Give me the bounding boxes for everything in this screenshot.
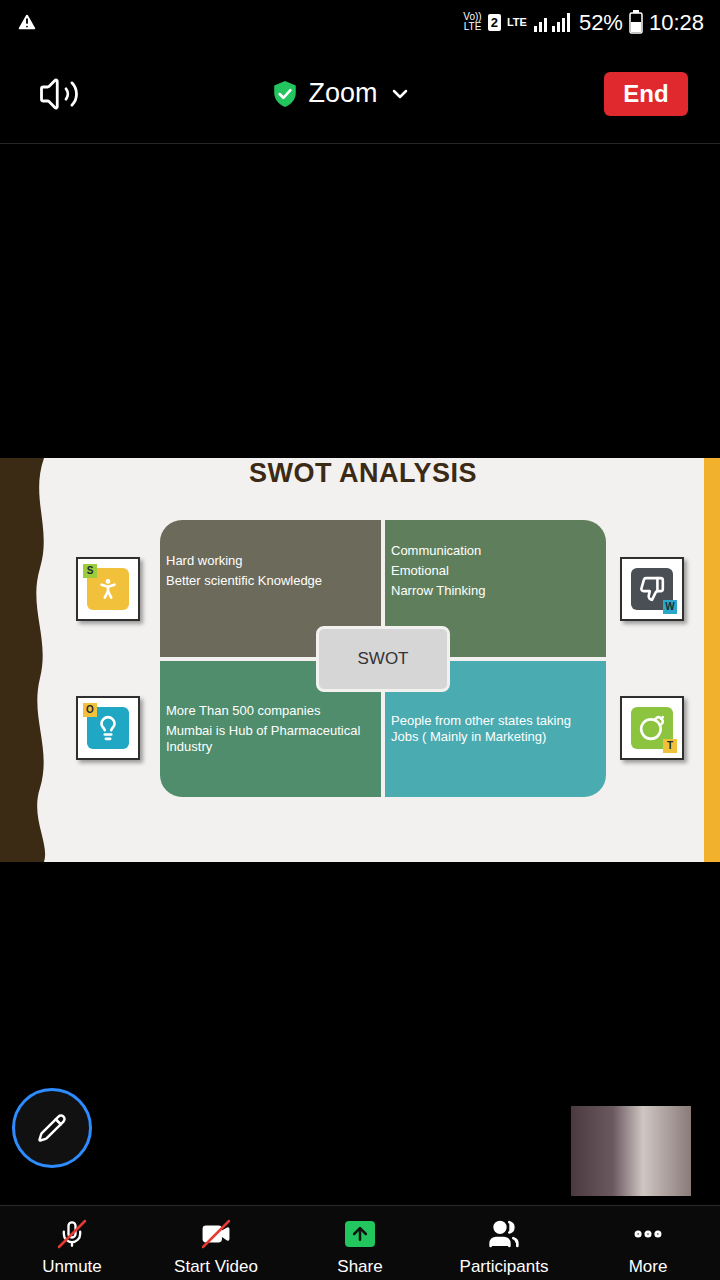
swot-grid: Hard workingBetter scientific Knowledge C…	[160, 520, 606, 797]
swot-point: Communication	[391, 541, 600, 561]
swot-point: Narrow Thinking	[391, 581, 600, 601]
off-slash-icon	[199, 1217, 233, 1251]
toolbar-button[interactable]: Unmute	[0, 1206, 144, 1280]
slide-title: SWOT ANALYSIS	[52, 458, 704, 520]
swot-point: Hard working	[166, 551, 375, 571]
sim-badge: 2	[488, 14, 501, 31]
slide-content: SWOT ANALYSISSOHard workingBetter scient…	[52, 458, 704, 862]
swot-left-icons: SO	[76, 520, 140, 797]
chevron-down-icon	[388, 82, 412, 106]
participants-icon	[488, 1218, 520, 1250]
mic-icon	[55, 1217, 89, 1251]
thumbs-down-icon	[639, 576, 665, 602]
lifter-icon	[95, 576, 121, 602]
data-label: LTE	[507, 14, 527, 31]
swot-letter-badge: S	[83, 564, 97, 578]
swot-icon-frame: O	[76, 696, 140, 760]
toolbar-button[interactable]: Start Video	[144, 1206, 288, 1280]
shield-check-icon	[272, 80, 298, 108]
signal-icon	[533, 11, 573, 33]
bomb-icon	[639, 715, 665, 741]
meeting-title[interactable]: Zoom	[272, 73, 411, 114]
battery-icon	[629, 10, 643, 34]
swot-center-box: SWOT	[316, 626, 450, 692]
swot-icon-frame: T	[620, 696, 684, 760]
swot-point: Mumbai is Hub of Pharmaceutical Industry	[166, 721, 375, 757]
off-slash-icon	[55, 1217, 89, 1251]
swot-row: SOHard workingBetter scientific Knowledg…	[52, 520, 704, 797]
swot-letter-badge: O	[83, 703, 97, 717]
toolbar-button[interactable]: More	[576, 1206, 720, 1280]
toolbar-button[interactable]: Participants	[432, 1206, 576, 1280]
wave-border-icon	[0, 458, 52, 862]
speaker-icon[interactable]	[38, 73, 80, 115]
video-icon	[199, 1217, 233, 1251]
zoom-screen: Vo))LTE2LTE52%10:28ZoomEndSWOT ANALYSISS…	[0, 0, 720, 1280]
status-right: Vo))LTE 2 LTE 52% 10:28	[463, 6, 704, 39]
lightbulb-icon	[95, 715, 121, 741]
meeting-view: SWOT ANALYSISSOHard workingBetter scient…	[0, 144, 720, 1205]
shared-slide: SWOT ANALYSISSOHard workingBetter scient…	[0, 458, 720, 862]
share-icon	[345, 1221, 375, 1247]
battery-percent: 52%	[579, 6, 623, 39]
swot-point: Emotional	[391, 561, 600, 581]
pencil-icon	[37, 1113, 67, 1143]
swot-letter-badge: T	[663, 739, 677, 753]
slide-accent-strip	[704, 458, 720, 862]
swot-icon-frame: W	[620, 557, 684, 621]
annotate-button[interactable]	[12, 1088, 92, 1168]
end-button[interactable]: End	[604, 72, 688, 116]
swot-letter-badge: W	[663, 600, 677, 614]
swot-right-icons: WT	[620, 520, 684, 797]
status-bar: Vo))LTE 2 LTE 52% 10:28	[0, 0, 720, 44]
toolbar-button[interactable]: Share	[288, 1206, 432, 1280]
swot-point: More Than 500 companies	[166, 701, 375, 721]
swot-icon-frame: S	[76, 557, 140, 621]
more-icon	[631, 1217, 665, 1251]
meeting-toolbar: UnmuteStart VideoShareParticipantsMore	[0, 1205, 720, 1280]
alert-icon	[16, 11, 38, 33]
volte-label: Vo))LTE	[463, 12, 481, 32]
swot-point: People from other states taking Jobs ( M…	[391, 711, 600, 747]
self-video[interactable]	[571, 1106, 691, 1196]
meeting-header: Zoom End	[0, 44, 720, 144]
swot-point: Better scientific Knowledge	[166, 571, 375, 591]
clock: 10:28	[649, 6, 704, 39]
